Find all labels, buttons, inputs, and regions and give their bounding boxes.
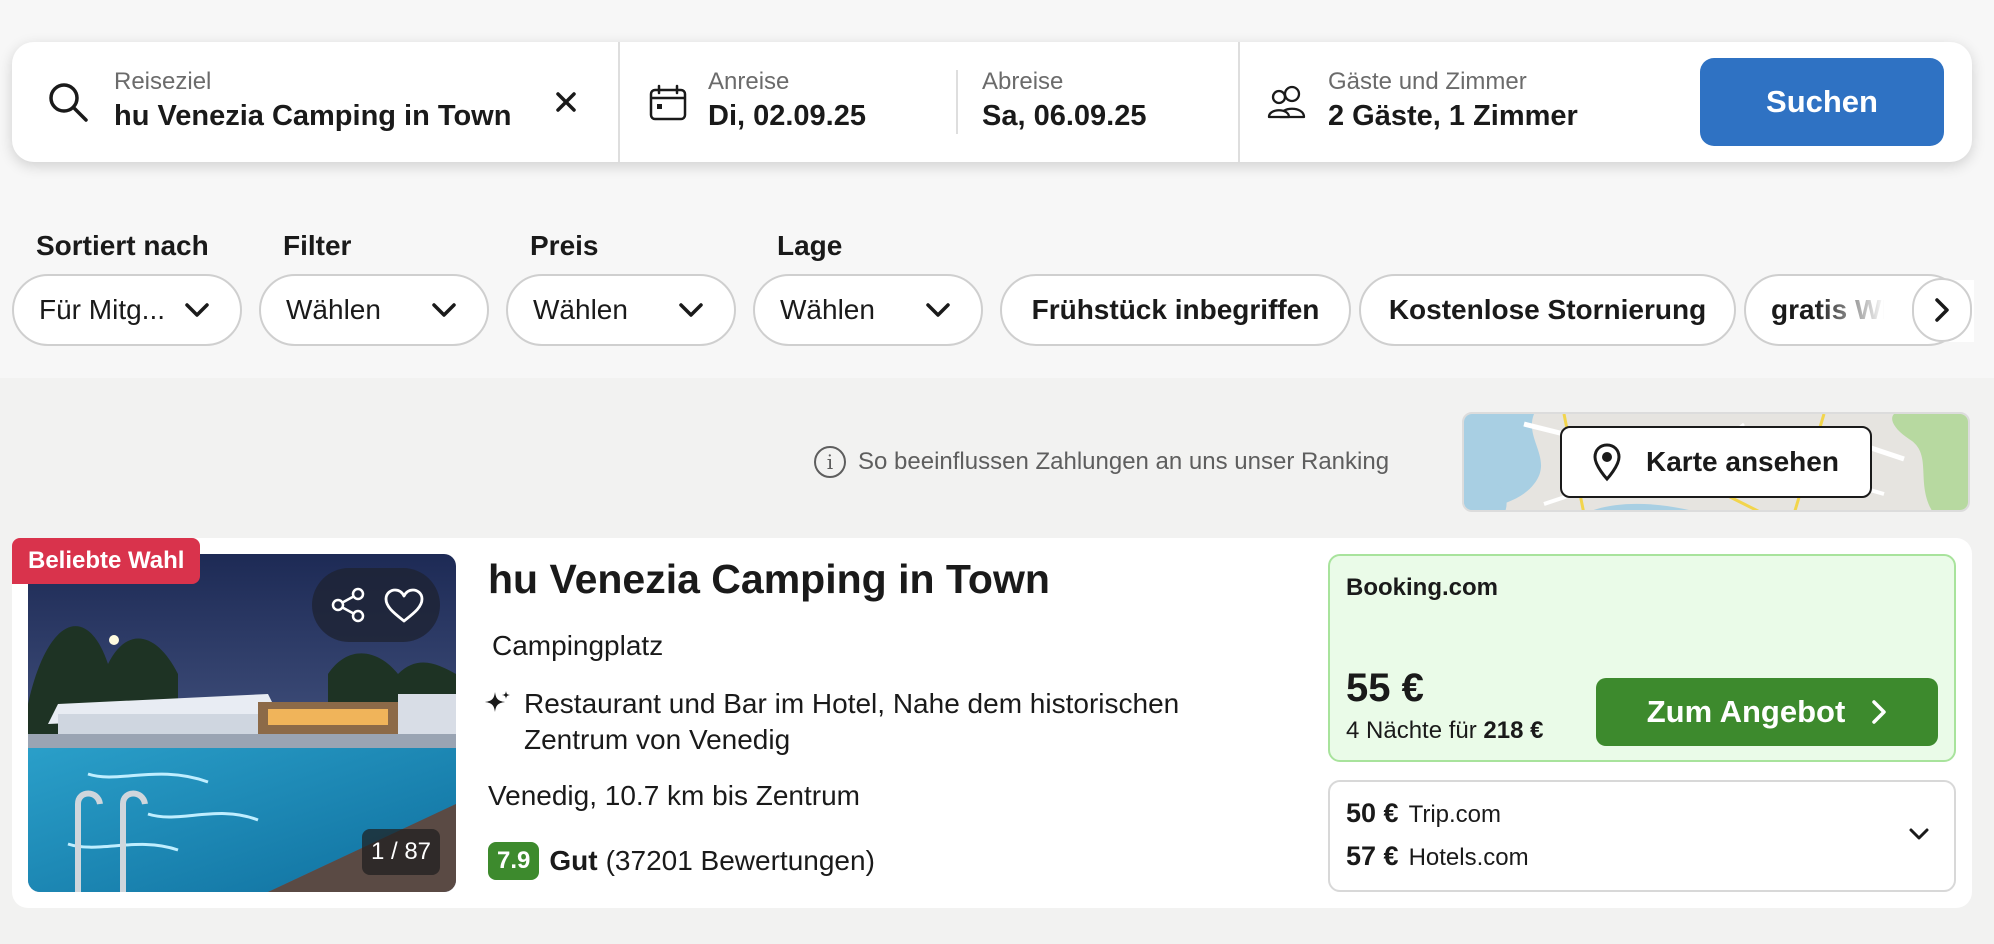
chevron-down-icon [432, 303, 456, 317]
price-label: Preis [530, 230, 599, 261]
search-button[interactable]: Suchen [1700, 58, 1944, 146]
sort-dropdown[interactable]: Für Mitg... [12, 274, 242, 346]
chevron-down-icon [679, 303, 703, 317]
chevron-right-icon [1872, 700, 1887, 724]
location-pin-icon [1593, 443, 1621, 482]
location-dropdown[interactable]: Wählen [753, 274, 983, 346]
price-dropdown[interactable]: Wählen [506, 274, 736, 346]
guests-field[interactable]: 2 Gäste, 1 Zimmer [1328, 100, 1578, 133]
rating-count: (37201 Bewertungen) [605, 845, 875, 876]
chevron-down-icon[interactable] [1908, 826, 1930, 844]
guests-label: Gäste und Zimmer [1328, 68, 1527, 95]
hotel-location: Venedig, 10.7 km bis Zentrum [488, 780, 860, 811]
rating-word: Gut [549, 845, 598, 876]
offer-price: 50 € [1346, 798, 1399, 828]
scroll-right-button[interactable] [1912, 278, 1972, 342]
accommodation-type: Campingplatz [492, 630, 664, 661]
location-label: Lage [777, 230, 843, 261]
deal-total: 4 Nächte für 218 € [1346, 717, 1543, 745]
other-offers[interactable] [1328, 780, 1956, 892]
rating: 7.9 Gut (37201 Bewertungen) [488, 842, 875, 880]
popular-choice-badge: Beliebte Wahl [12, 538, 201, 584]
offer-provider: Hotels.com [1408, 844, 1529, 871]
destination-label: Reiseziel [114, 68, 212, 95]
filter-dropdown[interactable]: Wählen [259, 274, 489, 346]
offer-row[interactable]: 50 € Trip.com [1346, 798, 1501, 829]
photo-actions [312, 568, 440, 642]
nights-text: 4 Nächte für [1346, 717, 1477, 744]
deal-provider: Booking.com [1346, 574, 1499, 601]
divider [618, 42, 620, 162]
destination-input[interactable]: hu Venezia Camping in Town [114, 100, 511, 133]
photo-counter: 1 / 87 [362, 829, 440, 875]
divider [1238, 42, 1240, 162]
info-icon: i [814, 446, 846, 478]
clear-icon[interactable] [554, 90, 578, 114]
filter-chip-breakfast[interactable]: Frühstück inbegriffen [1000, 274, 1351, 346]
rating-score: 7.9 [488, 842, 540, 880]
sort-value: Für Mitg... [39, 294, 166, 325]
share-icon[interactable] [330, 586, 366, 624]
total-price: 218 € [1483, 717, 1544, 744]
offer-row[interactable]: 57 € Hotels.com [1346, 841, 1529, 872]
ranking-info-text: So beeinflussen Zahlungen an uns unser R… [858, 448, 1390, 475]
divider [956, 70, 958, 134]
ranking-info[interactable]: i So beeinflussen Zahlungen an uns unser… [814, 446, 1389, 478]
scroll-fade [1815, 276, 1885, 344]
hotel-features: Restaurant und Bar im Hotel, Nahe dem hi… [524, 688, 1180, 755]
sort-label: Sortiert nach [36, 230, 209, 261]
chevron-right-icon [1935, 298, 1949, 322]
filter-chip-free-cancellation[interactable]: Kostenlose Stornierung [1359, 274, 1736, 346]
sparkle-icon [485, 691, 510, 712]
filter-label: Filter [283, 230, 352, 261]
hotel-name[interactable]: hu Venezia Camping in Town [488, 556, 1050, 603]
calendar-icon [649, 84, 687, 121]
view-deal-button[interactable]: Zum Angebot [1596, 678, 1938, 746]
filter-value: Wählen [286, 294, 381, 325]
offer-provider: Trip.com [1408, 801, 1502, 828]
chevron-down-icon [185, 303, 209, 317]
chevron-down-icon [926, 303, 950, 317]
deal-price: 55 € [1346, 666, 1424, 710]
view-map-label: Karte ansehen [1646, 446, 1839, 477]
search-icon [49, 83, 88, 122]
heart-icon[interactable] [384, 588, 424, 624]
view-deal-label: Zum Angebot [1646, 694, 1846, 729]
checkin-field[interactable]: Di, 02.09.25 [708, 100, 866, 133]
offer-price: 57 € [1346, 841, 1399, 871]
price-value: Wählen [533, 294, 628, 325]
checkout-field[interactable]: Sa, 06.09.25 [982, 100, 1146, 133]
checkin-label: Anreise [708, 68, 790, 95]
checkout-label: Abreise [982, 68, 1064, 95]
guests-icon [1267, 85, 1306, 119]
view-map-button[interactable]: Karte ansehen [1560, 426, 1872, 498]
location-value: Wählen [780, 294, 875, 325]
